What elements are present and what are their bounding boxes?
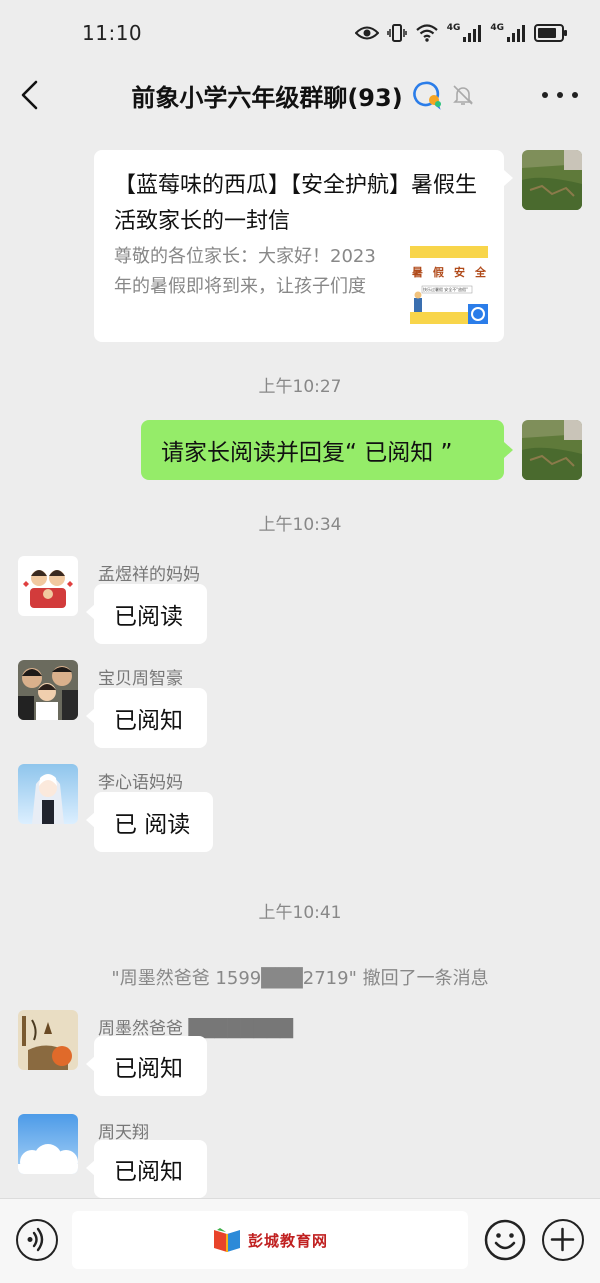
- thumb-char: 安: [454, 266, 465, 279]
- thumb-char: 暑: [412, 266, 423, 279]
- group-assistant-icon[interactable]: [411, 80, 443, 110]
- link-card-thumbnail: 暑 假 安 全 快乐过暑假 安全不"放假": [410, 246, 488, 324]
- network-label-2: 4G: [490, 23, 504, 33]
- title-bar: 前象小学六年级群聊(93): [0, 66, 600, 124]
- outgoing-message[interactable]: 请家长阅读并回复“ 已阅知 ”: [141, 420, 513, 480]
- sender-name: 李心语妈妈: [98, 773, 183, 793]
- mute-bell-icon: [452, 85, 473, 105]
- more-dot-icon: [542, 92, 548, 98]
- thumb-chars: 暑 假 安 全: [412, 264, 486, 280]
- more-dot-icon: [557, 92, 563, 98]
- more-dot-icon: [572, 92, 578, 98]
- more-options-button[interactable]: [542, 80, 578, 110]
- incoming-message-text: 已阅知: [114, 1056, 183, 1082]
- watermark-text: 彭城教育网: [247, 1231, 328, 1250]
- incoming-message-text: 已阅知: [114, 1159, 183, 1185]
- incoming-message[interactable]: 已阅知: [86, 688, 207, 748]
- watermark: 彭城教育网: [212, 1228, 328, 1252]
- wifi-icon: [415, 24, 438, 42]
- member-avatar[interactable]: [18, 764, 78, 824]
- link-card-description: 尊敬的各位家长：大家好！2023年的暑假即将到来，让孩子们度: [114, 246, 376, 297]
- timestamp: 上午10:34: [258, 515, 342, 535]
- link-card-message[interactable]: 【蓝莓味的西瓜】【安全护航】暑假生活致家长的一封信 尊敬的各位家长：大家好！20…: [94, 150, 513, 342]
- title-wrap: 前象小学六年级群聊(93): [0, 66, 600, 124]
- timestamp: 上午10:27: [258, 377, 342, 397]
- recall-notice: "周墨然爸爸 1599███2719" 撤回了一条消息: [111, 968, 489, 989]
- plus-icon: [550, 1227, 575, 1252]
- battery-icon: [534, 24, 567, 42]
- member-avatar[interactable]: [18, 660, 78, 720]
- network-label: 4G: [446, 23, 461, 33]
- member-avatar[interactable]: [18, 1114, 78, 1174]
- thumb-char: 全: [475, 266, 486, 279]
- incoming-message[interactable]: 已阅知: [86, 1036, 207, 1096]
- incoming-message[interactable]: 已阅知: [86, 1140, 207, 1198]
- eye-icon: [354, 26, 379, 40]
- signal-icon-2: [507, 25, 525, 42]
- voice-icon: [27, 1227, 44, 1252]
- member-avatar[interactable]: [18, 556, 78, 616]
- status-time: 11:10: [82, 21, 143, 45]
- chat-title: 前象小学六年级群聊(93): [131, 83, 403, 112]
- message-input[interactable]: 彭城教育网: [72, 1211, 468, 1269]
- timestamp: 上午10:41: [258, 903, 342, 923]
- incoming-message-text: 已阅知: [114, 708, 183, 734]
- emoji-icon[interactable]: [484, 1219, 526, 1261]
- incoming-message[interactable]: 已 阅读: [86, 792, 213, 852]
- input-bar: 彭城教育网: [0, 1198, 600, 1283]
- more-functions-button[interactable]: [542, 1219, 584, 1261]
- incoming-message-text: 已 阅读: [114, 812, 191, 838]
- sender-name: 孟煜祥的妈妈: [98, 565, 200, 585]
- vibrate-icon: [386, 24, 407, 42]
- thumb-subtext: 快乐过暑假 安全不"放假": [423, 287, 468, 292]
- member-avatar[interactable]: [18, 1010, 78, 1070]
- outgoing-message-text: 请家长阅读并回复“ 已阅知 ”: [161, 440, 453, 466]
- status-bar: 11:10 4G 4G: [0, 0, 600, 66]
- chat-area[interactable]: 【蓝莓味的西瓜】【安全护航】暑假生活致家长的一封信 尊敬的各位家长：大家好！20…: [0, 124, 600, 1198]
- incoming-message-text: 已阅读: [114, 604, 183, 630]
- sender-name: 宝贝周智豪: [98, 669, 183, 689]
- my-avatar[interactable]: [522, 420, 582, 480]
- my-avatar[interactable]: [522, 150, 582, 210]
- book-logo-icon: [213, 1228, 240, 1252]
- thumb-char: 假: [433, 266, 444, 279]
- voice-input-button[interactable]: [16, 1219, 58, 1261]
- status-icons: 4G 4G: [354, 23, 568, 43]
- link-card-title: 【蓝莓味的西瓜】【安全护航】暑假生活致家长的一封信: [114, 173, 478, 234]
- incoming-message[interactable]: 已阅读: [86, 584, 207, 644]
- signal-icon: [463, 25, 482, 42]
